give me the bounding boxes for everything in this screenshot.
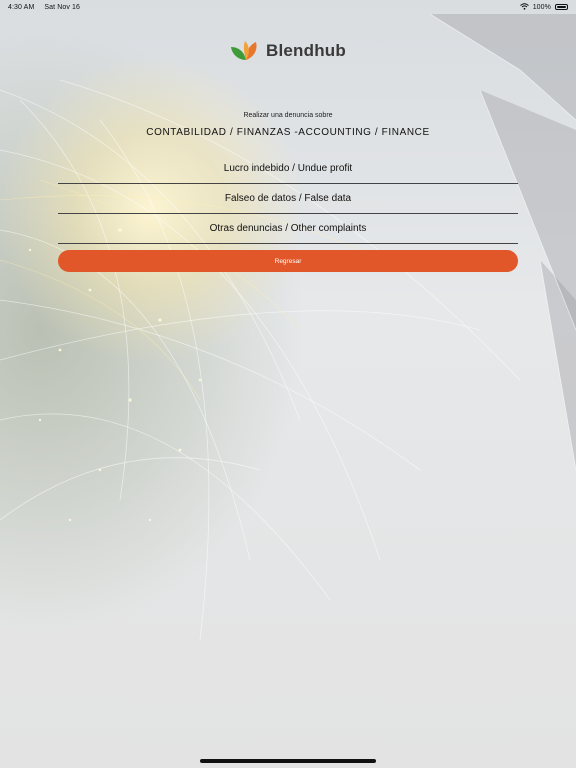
status-time: 4:30 AM [8, 3, 35, 11]
option-undue-profit[interactable]: Lucro indebido / Undue profit [58, 154, 518, 184]
option-label: Lucro indebido / Undue profit [223, 163, 353, 174]
logo-text: Blendhub [266, 41, 346, 60]
report-subtitle: Realizar una denuncia sobre [243, 112, 333, 119]
wifi-icon [519, 2, 529, 12]
app-logo: Blendhub [0, 40, 576, 62]
battery-percent: 100% [532, 3, 551, 11]
option-label: Falseo de datos / False data [224, 193, 352, 204]
back-button[interactable]: Regresar [58, 250, 518, 272]
option-label: Otras denuncias / Other complaints [209, 223, 367, 234]
option-false-data[interactable]: Falseo de datos / False data [58, 184, 518, 214]
status-bar: 4:30 AM Sat Nov 16 100% [0, 0, 576, 14]
leaf-logo-icon [231, 41, 257, 60]
option-other-complaints[interactable]: Otras denuncias / Other complaints [58, 214, 518, 244]
report-category-title: CONTABILIDAD / FINANZAS -ACCOUNTING / FI… [146, 127, 430, 138]
complaint-options-list: Lucro indebido / Undue profit Falseo de … [58, 154, 518, 244]
status-date: Sat Nov 16 [44, 3, 81, 11]
battery-icon [555, 4, 568, 10]
home-indicator[interactable] [200, 759, 376, 763]
battery-fill [557, 6, 566, 8]
